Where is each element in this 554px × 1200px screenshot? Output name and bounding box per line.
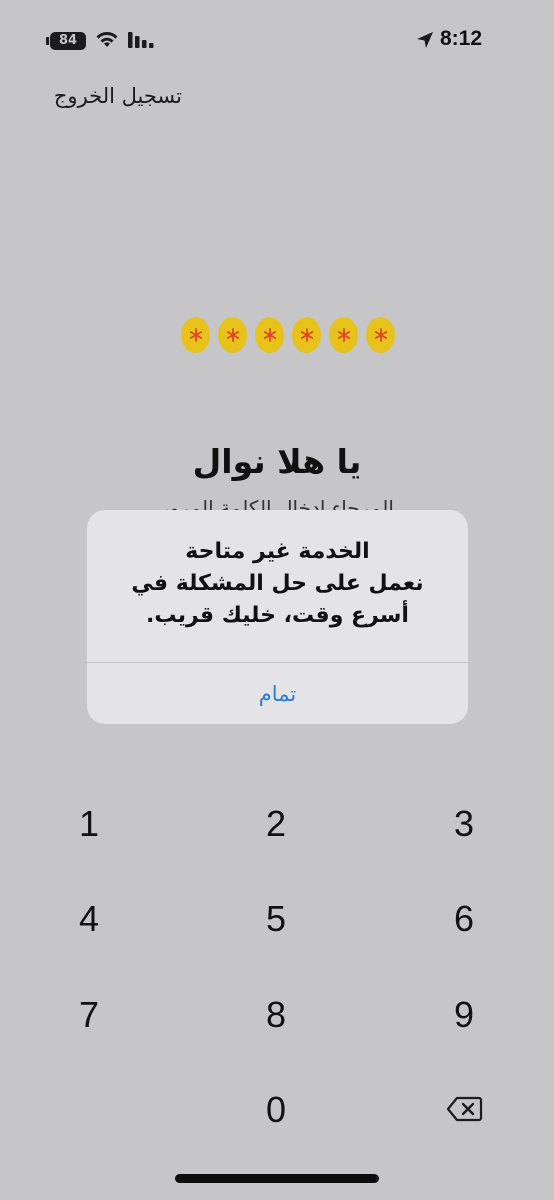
- pin-dot: [181, 317, 210, 353]
- pin-dot: [255, 317, 284, 353]
- asterisk-icon: [374, 328, 387, 342]
- asterisk-icon: [300, 328, 313, 342]
- keypad-key-8[interactable]: 8: [216, 975, 336, 1055]
- keypad-key-6[interactable]: 6: [404, 879, 524, 959]
- keypad-key-9[interactable]: 9: [404, 975, 524, 1055]
- pin-dot: [218, 317, 247, 353]
- keypad-key-3[interactable]: 3: [404, 784, 524, 864]
- status-time: 8:12: [440, 27, 483, 50]
- keypad-key-0[interactable]: 0: [216, 1070, 336, 1150]
- status-bar: 84 8:12: [0, 0, 554, 80]
- pin-dot: [292, 317, 321, 353]
- alert-title: الخدمة غير متاحة: [185, 539, 370, 564]
- keypad-key-7[interactable]: 7: [29, 975, 149, 1055]
- keypad-delete-button[interactable]: [440, 1090, 490, 1130]
- alert-ok-button[interactable]: تمام: [87, 663, 468, 724]
- asterisk-icon: [337, 328, 350, 342]
- keypad-key-4[interactable]: 4: [29, 879, 149, 959]
- asterisk-icon: [226, 328, 239, 342]
- asterisk-icon: [189, 328, 202, 342]
- alert-body: الخدمة غير متاحة نعمل على حل المشكلة في …: [87, 510, 468, 662]
- battery-nub: [46, 37, 49, 45]
- battery-indicator: 84: [50, 32, 86, 50]
- delete-backspace-icon: [446, 1096, 483, 1121]
- pin-dot: [366, 317, 395, 353]
- service-unavailable-alert: الخدمة غير متاحة نعمل على حل المشكلة في …: [87, 510, 468, 724]
- pin-indicator: [181, 317, 395, 353]
- keypad-key-5[interactable]: 5: [216, 879, 336, 959]
- keypad-key-1[interactable]: 1: [29, 784, 149, 864]
- greeting-title: يا هلا نوال: [192, 442, 362, 481]
- wifi-icon: [96, 32, 118, 47]
- home-indicator[interactable]: [175, 1174, 379, 1183]
- logout-link[interactable]: تسجيل الخروج: [54, 84, 182, 108]
- pin-dot: [329, 317, 358, 353]
- alert-message: نعمل على حل المشكلة في أسرع وقت، خليك قر…: [131, 571, 424, 628]
- cellular-signal-icon: [128, 32, 154, 48]
- location-arrow-icon: [417, 32, 433, 48]
- asterisk-icon: [263, 328, 276, 342]
- keypad-key-2[interactable]: 2: [216, 784, 336, 864]
